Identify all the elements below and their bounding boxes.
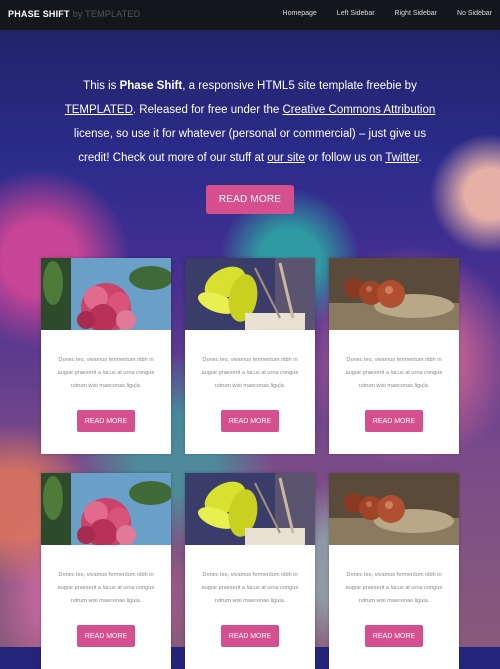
card-read-more-button[interactable]: READ MORE <box>221 410 279 432</box>
card-read-more-button[interactable]: READ MORE <box>77 625 135 647</box>
card: Donec leo, vivamus fermentum nibh in aug… <box>329 473 459 669</box>
card-read-more-button[interactable]: READ MORE <box>365 410 423 432</box>
card-read-more-button[interactable]: READ MORE <box>365 625 423 647</box>
card-read-more-button[interactable]: READ MORE <box>77 410 135 432</box>
card-text: Donec leo, vivamus fermentum nibh in aug… <box>345 572 443 604</box>
intro-brand: Phase Shift <box>119 80 183 92</box>
card-text: Donec leo, vivamus fermentum nibh in aug… <box>57 357 155 389</box>
card: Donec leo, vivamus fermentum nibh in aug… <box>329 258 459 454</box>
nav-homepage[interactable]: Homepage <box>283 10 317 17</box>
top-bar: PHASE SHIFT by TEMPLATED Homepage Left Si… <box>0 0 500 30</box>
intro-text-part: This is <box>83 80 120 92</box>
card: Donec leo, vivamus fermentum nibh in aug… <box>41 258 171 454</box>
nav-no-sidebar[interactable]: No Sidebar <box>457 10 492 17</box>
link-our-site[interactable]: our site <box>267 152 305 164</box>
card-text: Donec leo, vivamus fermentum nibh in aug… <box>345 357 443 389</box>
nav-right-sidebar[interactable]: Right Sidebar <box>395 10 437 17</box>
card: Donec leo, vivamus fermentum nibh in aug… <box>41 473 171 669</box>
logo-byline: by TEMPLATED <box>72 9 141 19</box>
card-read-more-button[interactable]: READ MORE <box>221 625 279 647</box>
flower-image <box>41 258 171 330</box>
card-text: Donec leo, vivamus fermentum nibh in aug… <box>57 572 155 604</box>
main-nav: Homepage Left Sidebar Right Sidebar No S… <box>283 10 492 17</box>
card: Donec leo, vivamus fermentum nibh in aug… <box>185 258 315 454</box>
link-license[interactable]: Creative Commons Attribution <box>283 104 436 116</box>
intro-text-part: or follow us on <box>304 152 386 164</box>
link-twitter[interactable]: Twitter <box>385 152 418 164</box>
card-text: Donec leo, vivamus fermentum nibh in aug… <box>201 357 299 389</box>
flower-image <box>41 473 171 545</box>
seeds-image <box>329 473 459 545</box>
card: Donec leo, vivamus fermentum nibh in aug… <box>185 473 315 669</box>
leaves-image <box>185 473 315 545</box>
leaves-image <box>185 258 315 330</box>
seeds-image <box>329 258 459 330</box>
nav-left-sidebar[interactable]: Left Sidebar <box>337 10 375 17</box>
site-logo[interactable]: PHASE SHIFT by TEMPLATED <box>8 9 140 19</box>
link-templated[interactable]: TEMPLATED <box>65 104 133 116</box>
intro-text-part: . Released for free under the <box>132 104 283 116</box>
intro-text-part: . <box>418 152 422 164</box>
logo-title: PHASE SHIFT <box>8 9 70 19</box>
intro-text-part: , a responsive HTML5 site template freeb… <box>182 80 417 92</box>
intro-text: This is Phase Shift, a responsive HTML5 … <box>60 74 440 170</box>
read-more-button[interactable]: READ MORE <box>206 185 294 214</box>
card-text: Donec leo, vivamus fermentum nibh in aug… <box>201 572 299 604</box>
